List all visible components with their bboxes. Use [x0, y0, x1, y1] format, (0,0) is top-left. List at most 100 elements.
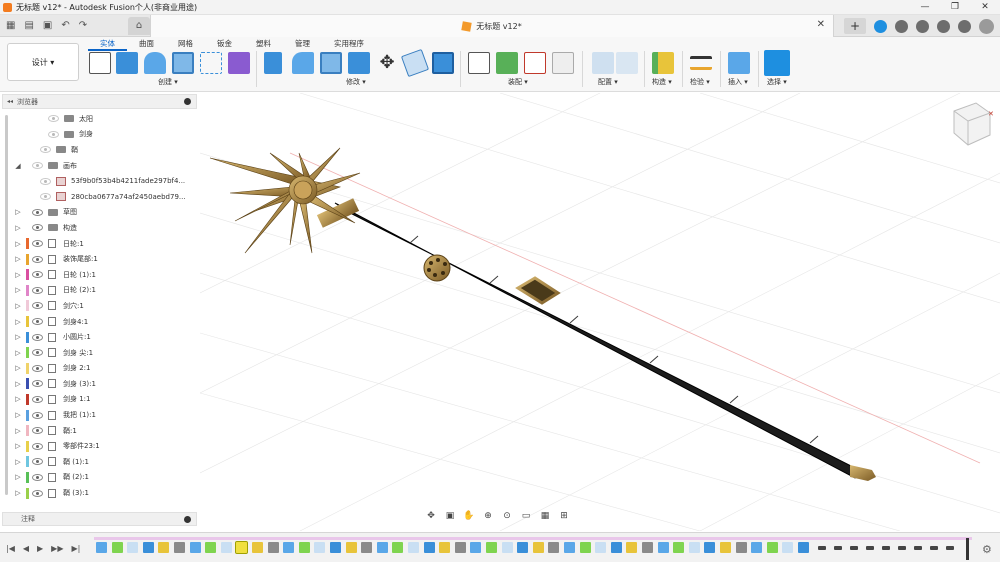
browser-tree-row[interactable]: ▷ 剑身 2:1 [2, 361, 202, 377]
expand-arrow-icon[interactable]: ▷ [14, 411, 22, 419]
timeline-feature-icon[interactable] [657, 542, 669, 553]
redo-icon[interactable]: ↷ [79, 20, 87, 31]
browser-tree-row[interactable]: ▷ 草图 [2, 205, 202, 221]
timeline-feature-icon[interactable] [298, 542, 310, 553]
visibility-eye-icon[interactable] [32, 333, 43, 341]
joint-icon[interactable] [468, 52, 490, 74]
notifications-icon[interactable] [937, 19, 950, 33]
expand-arrow-icon[interactable]: ▷ [14, 380, 22, 388]
look-at-icon[interactable]: ▣ [443, 510, 457, 522]
viewports-icon[interactable]: ⊞ [557, 510, 571, 522]
timeline-feature-icon[interactable] [751, 542, 763, 553]
timeline-feature-icon[interactable] [376, 542, 388, 553]
expand-arrow-icon[interactable]: ▷ [14, 349, 22, 357]
display-settings-icon[interactable]: ▭ [519, 510, 533, 522]
visibility-eye-icon[interactable] [32, 162, 43, 170]
timeline-joint-icon[interactable] [882, 546, 890, 550]
modify-group-label[interactable]: 修改 ▾ [346, 77, 366, 87]
help-icon[interactable] [958, 19, 971, 33]
timeline-feature-icon[interactable] [595, 542, 607, 553]
timeline-feature-icon[interactable] [392, 542, 404, 553]
timeline-feature-icon[interactable] [314, 542, 326, 553]
visibility-eye-icon[interactable] [32, 302, 43, 310]
timeline-feature-icon[interactable] [189, 542, 201, 553]
move-icon[interactable]: ✥ [376, 52, 398, 74]
tab-sheet-metal[interactable]: 钣金 [205, 38, 244, 51]
joint-origin-icon[interactable] [552, 52, 574, 74]
browser-tree-row[interactable]: ▷ 零部件23:1 [2, 438, 202, 454]
scale-icon[interactable] [432, 52, 454, 74]
hole-icon[interactable] [172, 52, 194, 74]
timeline-feature-icon[interactable] [252, 542, 263, 553]
browser-tree-row[interactable]: ▷ 鞘 (1):1 [2, 454, 202, 470]
timeline-feature-icon[interactable] [96, 542, 107, 553]
expand-arrow-icon[interactable]: ▷ [14, 395, 22, 403]
expand-arrow-icon[interactable]: ▷ [14, 208, 22, 216]
timeline-settings-icon[interactable]: ⚙ [982, 543, 992, 556]
expand-arrow-icon[interactable]: ▷ [14, 240, 22, 248]
insert-canvas-icon[interactable] [728, 52, 750, 74]
timeline-feature-icon[interactable] [111, 542, 123, 553]
timeline-feature-icon[interactable] [142, 542, 154, 553]
timeline-joint-icon[interactable] [850, 546, 858, 550]
expand-arrow-icon[interactable]: ▷ [14, 364, 22, 372]
press-pull-icon[interactable] [264, 52, 282, 74]
browser-tree-row[interactable]: ◢ 画布 [2, 158, 202, 174]
extrude-icon[interactable] [116, 52, 138, 74]
go-to-end-icon[interactable]: ▶| [71, 544, 80, 553]
timeline-feature-icon[interactable] [673, 542, 685, 553]
viewcube-close-icon[interactable]: ✕ [988, 110, 994, 118]
browser-tree-row[interactable]: ▷ 构造 [2, 220, 202, 236]
close-tab-icon[interactable]: ✕ [817, 19, 825, 30]
timeline-feature-icon[interactable] [704, 542, 716, 553]
select-icon[interactable] [764, 50, 790, 76]
visibility-eye-icon[interactable] [32, 380, 43, 388]
configure-table-icon[interactable] [616, 52, 638, 74]
browser-tree-row[interactable]: ▷ 鞘:1 [2, 423, 202, 439]
timeline-feature-icon[interactable] [720, 542, 731, 553]
close-window-button[interactable]: ✕ [970, 0, 1000, 15]
expand-arrow-icon[interactable]: ◢ [14, 162, 22, 170]
timeline-feature-icon[interactable] [798, 542, 809, 553]
combine-icon[interactable] [348, 52, 370, 74]
pan-icon[interactable]: ✋ [462, 510, 476, 522]
minimize-button[interactable]: — [910, 0, 940, 15]
timeline-feature-icon[interactable] [486, 542, 497, 553]
timeline-joint-icon[interactable] [930, 546, 938, 550]
timeline-feature-icon[interactable] [423, 542, 435, 553]
revolve-icon[interactable] [144, 52, 166, 74]
timeline-feature-icon[interactable] [454, 542, 466, 553]
comments-panel-header[interactable]: 注释 [2, 512, 197, 526]
scabbard-tip[interactable] [850, 465, 876, 481]
timeline-feature-icon[interactable] [642, 542, 653, 553]
timeline-feature-icon[interactable] [235, 541, 249, 554]
browser-tree-row[interactable]: ▷ 日轮 (2):1 [2, 283, 202, 299]
visibility-eye-icon[interactable] [40, 193, 51, 201]
measure-icon[interactable] [690, 56, 712, 70]
expand-arrow-icon[interactable]: ▷ [14, 442, 22, 450]
timeline-feature-icon[interactable] [439, 542, 451, 553]
tab-mesh[interactable]: 网格 [166, 38, 205, 51]
timeline-feature-icon[interactable] [532, 542, 544, 553]
tab-manage[interactable]: 管理 [283, 38, 322, 51]
timeline-joint-icon[interactable] [818, 546, 826, 550]
expand-arrow-icon[interactable]: ▷ [14, 318, 22, 326]
undo-icon[interactable]: ↶ [61, 20, 69, 31]
browser-panel-header[interactable]: ◂◂ 浏览器 [2, 94, 197, 109]
timeline-feature-icon[interactable] [267, 542, 279, 553]
online-status-icon[interactable] [916, 19, 929, 33]
browser-tree-row[interactable]: ▷ 我把 (1):1 [2, 407, 202, 423]
orbit-icon[interactable]: ✥ [424, 510, 438, 522]
expand-arrow-icon[interactable]: ▷ [14, 302, 22, 310]
timeline-feature-icon[interactable] [517, 542, 529, 553]
timeline-feature-icon[interactable] [501, 542, 513, 553]
browser-tree-row[interactable]: ▷ 日轮:1 [2, 236, 202, 252]
expand-arrow-icon[interactable]: ▷ [14, 255, 22, 263]
new-component-icon[interactable] [496, 52, 518, 74]
collapse-browser-icon[interactable]: ◂◂ [7, 98, 13, 105]
visibility-eye-icon[interactable] [32, 442, 43, 450]
3d-viewport[interactable] [200, 93, 1000, 531]
browser-tree-row[interactable]: ▷ 剑身 尖:1 [2, 345, 202, 361]
visibility-eye-icon[interactable] [32, 224, 43, 232]
play-icon[interactable]: ▶ [37, 544, 43, 553]
